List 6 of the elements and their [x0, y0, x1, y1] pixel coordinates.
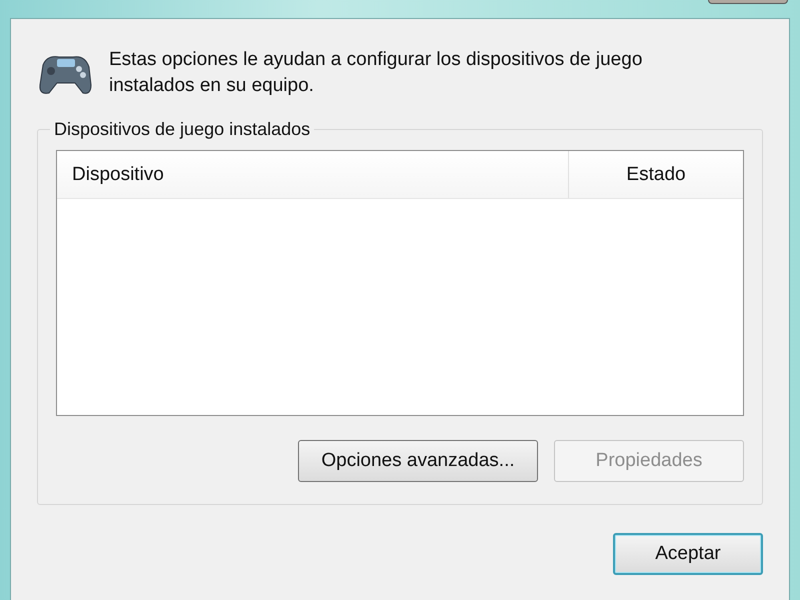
ok-button[interactable]: Aceptar [613, 533, 763, 575]
device-list[interactable]: Dispositivo Estado [56, 150, 744, 416]
advanced-options-button[interactable]: Opciones avanzadas... [298, 440, 538, 482]
description-text: Estas opciones le ayudan a configurar los dispositivos de juego instalados en su equipo. [109, 48, 644, 98]
column-header[interactable]: Dispositivo [57, 151, 569, 198]
column-header[interactable]: Estado [569, 151, 743, 198]
